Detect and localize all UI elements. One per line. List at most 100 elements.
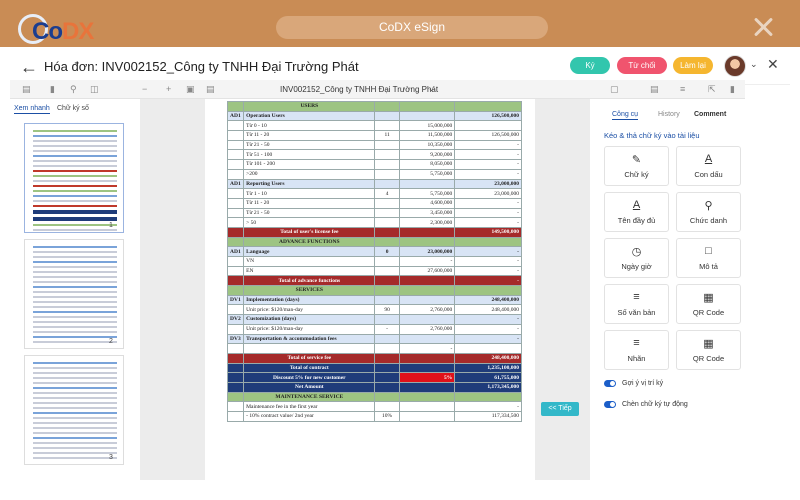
table-cell: 8,050,000: [398, 159, 456, 170]
fit-page-icon[interactable]: ▣: [186, 84, 195, 95]
table-cell: Implementation (days): [243, 294, 376, 306]
side-toolbar: ▢ ▤ ≡ ⇱ ▮: [590, 80, 745, 99]
table-row: > 50 2,300,000-: [226, 217, 522, 228]
table-cell: [374, 352, 400, 364]
table-cell: AD1: [226, 178, 245, 190]
reject-button[interactable]: Từ chối: [617, 57, 667, 74]
file-name[interactable]: INV002152_Công ty TNHH Đại Trường Phát: [280, 85, 438, 94]
table-cell: Reporting Users: [243, 178, 376, 190]
table-cell: [226, 411, 245, 422]
table-cell: 1,173,345,000: [454, 381, 522, 393]
chevron-down-icon[interactable]: ⌄: [428, 84, 435, 93]
table-row: ADVANCE FUNCTIONS: [226, 236, 522, 248]
table-cell: [374, 120, 400, 132]
table-cell: [374, 314, 400, 325]
viewer-toolbar: ▤ ▮ ⚲ ◫ − + ▣ ▤ INV002152_Công ty TNHH Đ…: [10, 80, 590, 99]
tool-label: Số văn bản: [617, 308, 656, 317]
toggle-suggest-position[interactable]: [604, 380, 616, 387]
table-cell: [398, 352, 456, 364]
table-cell: Từ 21 - 50: [243, 207, 376, 219]
table-cell: -: [374, 323, 400, 335]
panel-icon[interactable]: ▮: [50, 84, 55, 95]
tool-document-number[interactable]: ≡ Số văn bản: [604, 284, 669, 324]
table-row: Total of service fee 248,400,000: [226, 352, 522, 364]
zoom-in-icon[interactable]: +: [166, 84, 171, 94]
table-cell: [374, 197, 400, 209]
sidebar-toggle-icon[interactable]: ▤: [22, 84, 31, 95]
tool-qr-code[interactable]: ▦ QR Code: [676, 284, 741, 324]
table-row: Total of user's license fee 149,500,000: [226, 226, 522, 238]
tab-quick-view[interactable]: Xem nhanh: [14, 105, 50, 114]
menu-icon[interactable]: ≡: [680, 84, 685, 94]
tool-date-time[interactable]: ◷ Ngày giờ: [604, 238, 669, 278]
tool-description[interactable]: □ Mô tả: [676, 238, 741, 278]
search-icon[interactable]: ⚲: [70, 84, 77, 95]
table-cell: [226, 372, 245, 383]
tool-signature[interactable]: ✎ Chữ ký: [604, 146, 669, 186]
tool-job-title[interactable]: ⚲ Chức danh: [676, 192, 741, 232]
table-cell: [374, 207, 400, 219]
table-row: VN - -: [226, 256, 522, 267]
thumbnail-panel: Xem nhanh Chữ ký số 1 2 3: [10, 99, 140, 479]
table-cell: Unit price: $120/man-day: [243, 323, 376, 335]
page-thumbnail-3[interactable]: [24, 355, 124, 465]
tool-stamp[interactable]: A Con dấu: [676, 146, 741, 186]
avatar[interactable]: [724, 55, 746, 77]
table-cell: >200: [243, 168, 376, 180]
table-cell: 126,500,000: [454, 130, 522, 141]
table-cell: Maintenance fee in the first year: [243, 401, 376, 412]
tab-history[interactable]: History: [658, 111, 680, 118]
expand-icon[interactable]: ⇱: [708, 84, 716, 95]
app-topbar: CoDX CoDX eSign: [0, 0, 800, 47]
stamp-icon: A: [704, 153, 713, 165]
table-cell: [226, 236, 245, 248]
page-thumbnail-1[interactable]: [24, 123, 124, 233]
toggle-auto-insert[interactable]: [604, 401, 616, 408]
tool-label: Con dấu: [694, 170, 723, 179]
tab-digital-signature[interactable]: Chữ ký số: [57, 105, 89, 112]
table-cell: Total of service fee: [243, 352, 376, 364]
qr-icon: ▦: [703, 292, 714, 304]
comment-icon: □: [705, 245, 712, 257]
next-button[interactable]: << Tiếp: [541, 402, 579, 416]
table-cell: -: [454, 333, 522, 345]
table-cell: 2,300,000: [398, 217, 456, 228]
table-cell: [374, 343, 400, 354]
table-cell: [226, 256, 245, 267]
page-thumbnail-2[interactable]: [24, 239, 124, 349]
zoom-out-icon[interactable]: −: [142, 84, 147, 94]
table-cell: 248,400,000: [454, 304, 522, 316]
panel-icon[interactable]: ▮: [730, 84, 735, 95]
app-title: CoDX eSign: [276, 16, 548, 39]
sign-button[interactable]: Ký: [570, 57, 610, 74]
table-cell: 4: [374, 188, 400, 199]
tool-label-tag[interactable]: ≡ Nhãn: [604, 330, 669, 370]
table-cell: [374, 265, 400, 277]
tool-full-name[interactable]: A Tên đầy đủ: [604, 192, 669, 232]
table-cell: 3,450,000: [398, 207, 456, 219]
table-cell: -: [454, 217, 522, 228]
fullscreen-icon[interactable]: ▢: [610, 84, 619, 95]
document-title: Hóa đơn: INV002152_Công ty TNHH Đại Trườ…: [44, 59, 359, 74]
close-icon[interactable]: ✕: [767, 56, 779, 73]
back-arrow-icon[interactable]: ←: [20, 57, 38, 78]
layout-icon[interactable]: ▤: [650, 84, 659, 95]
chevron-down-icon[interactable]: ⌄: [750, 59, 758, 70]
document-page: USERS AD1 Operation Users 126,500,000 Từ 0 -…: [205, 99, 535, 480]
table-cell: Total of user's license fee: [243, 226, 376, 238]
table-cell: Từ 11 - 20: [243, 197, 376, 209]
table-cell: 23,000,000: [454, 188, 522, 199]
table-row: Từ 11 - 20 11 11,500,000 126,500,000: [226, 130, 522, 141]
table-cell: Từ 21 - 50: [243, 139, 376, 151]
close-icon[interactable]: [752, 16, 774, 38]
table-cell: [226, 149, 245, 161]
tab-comment[interactable]: Comment: [694, 111, 726, 118]
zoom-fit-icon[interactable]: ◫: [90, 84, 99, 95]
tab-tools[interactable]: Công cụ: [612, 111, 639, 120]
tool-qr-code-2[interactable]: ▦ QR Code: [676, 330, 741, 370]
redo-button[interactable]: Làm lại: [673, 57, 713, 74]
table-cell: [398, 314, 456, 325]
image-icon[interactable]: ▤: [206, 84, 215, 95]
pin-icon: ⚲: [704, 200, 713, 212]
table-cell: -: [454, 275, 522, 287]
